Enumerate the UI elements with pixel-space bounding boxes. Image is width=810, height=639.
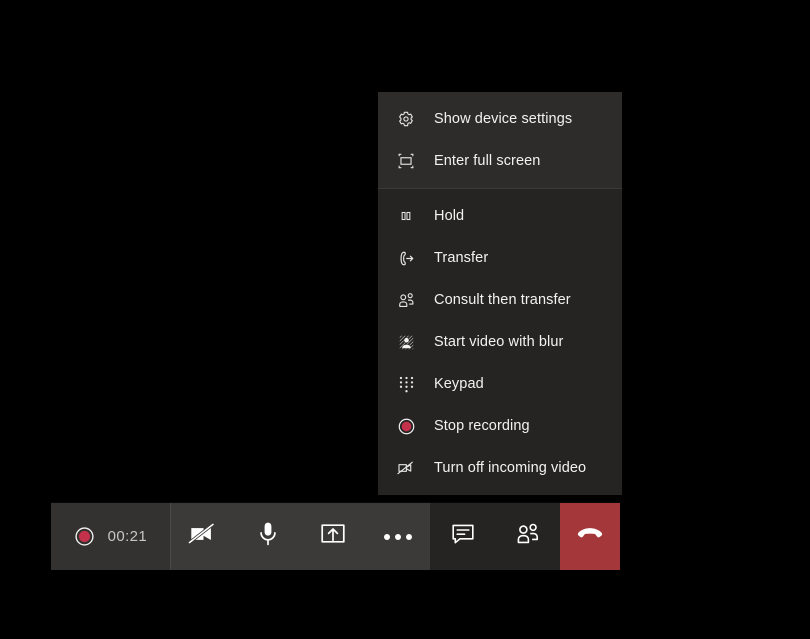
- pause-icon: [396, 206, 416, 226]
- menu-item-keypad[interactable]: Keypad: [378, 363, 622, 405]
- menu-item-turn-off-incoming-video[interactable]: Turn off incoming video: [378, 447, 622, 489]
- menu-item-transfer[interactable]: Transfer: [378, 237, 622, 279]
- menu-item-stop-recording[interactable]: Stop recording: [378, 405, 622, 447]
- menu-item-hold[interactable]: Hold: [378, 195, 622, 237]
- hangup-icon: [575, 524, 605, 549]
- call-control-bar: 00:21: [51, 503, 620, 570]
- gear-icon: [396, 109, 416, 129]
- more-actions-menu: Show device settings Enter full screen H…: [378, 92, 622, 495]
- participants-button[interactable]: [502, 511, 554, 563]
- menu-item-consult-then-transfer[interactable]: Consult then transfer: [378, 279, 622, 321]
- call-timer: 00:21: [108, 528, 148, 545]
- hangup-button[interactable]: [560, 503, 620, 570]
- people-icon: [515, 522, 541, 551]
- menu-item-label: Turn off incoming video: [434, 461, 586, 476]
- menu-item-label: Enter full screen: [434, 154, 540, 169]
- video-off-icon: [396, 458, 416, 478]
- microphone-toggle-button[interactable]: [242, 511, 294, 563]
- media-controls-group: [170, 503, 431, 570]
- menu-item-start-video-with-blur[interactable]: Start video with blur: [378, 321, 622, 363]
- menu-item-label: Stop recording: [434, 419, 530, 434]
- menu-group-display: Show device settings Enter full screen: [378, 92, 622, 188]
- ellipsis-icon: [384, 534, 412, 540]
- video-blur-icon: [396, 332, 416, 352]
- people-icon: [396, 290, 416, 310]
- camera-toggle-button[interactable]: [177, 511, 229, 563]
- menu-item-label: Keypad: [434, 377, 484, 392]
- menu-item-label: Transfer: [434, 251, 488, 266]
- menu-item-show-device-settings[interactable]: Show device settings: [378, 98, 622, 140]
- menu-item-label: Show device settings: [434, 112, 572, 127]
- record-stop-icon: [396, 416, 416, 436]
- menu-item-enter-full-screen[interactable]: Enter full screen: [378, 140, 622, 182]
- menu-group-call-actions: Hold Transfer Consult then transfer: [378, 189, 622, 495]
- fullscreen-icon: [396, 151, 416, 171]
- keypad-icon: [396, 374, 416, 394]
- more-actions-button[interactable]: [372, 511, 424, 563]
- share-content-button[interactable]: [307, 511, 359, 563]
- panel-controls-group: [430, 503, 560, 570]
- menu-item-label: Start video with blur: [434, 335, 563, 350]
- record-dot-icon: [74, 526, 96, 548]
- recording-indicator-group: 00:21: [51, 503, 170, 570]
- share-screen-icon: [319, 521, 347, 552]
- microphone-icon: [257, 520, 279, 553]
- menu-item-label: Consult then transfer: [434, 293, 571, 308]
- call-transfer-icon: [396, 248, 416, 268]
- chat-bubble-icon: [450, 522, 476, 551]
- chat-button[interactable]: [437, 511, 489, 563]
- video-off-icon: [188, 520, 218, 553]
- menu-item-label: Hold: [434, 209, 464, 224]
